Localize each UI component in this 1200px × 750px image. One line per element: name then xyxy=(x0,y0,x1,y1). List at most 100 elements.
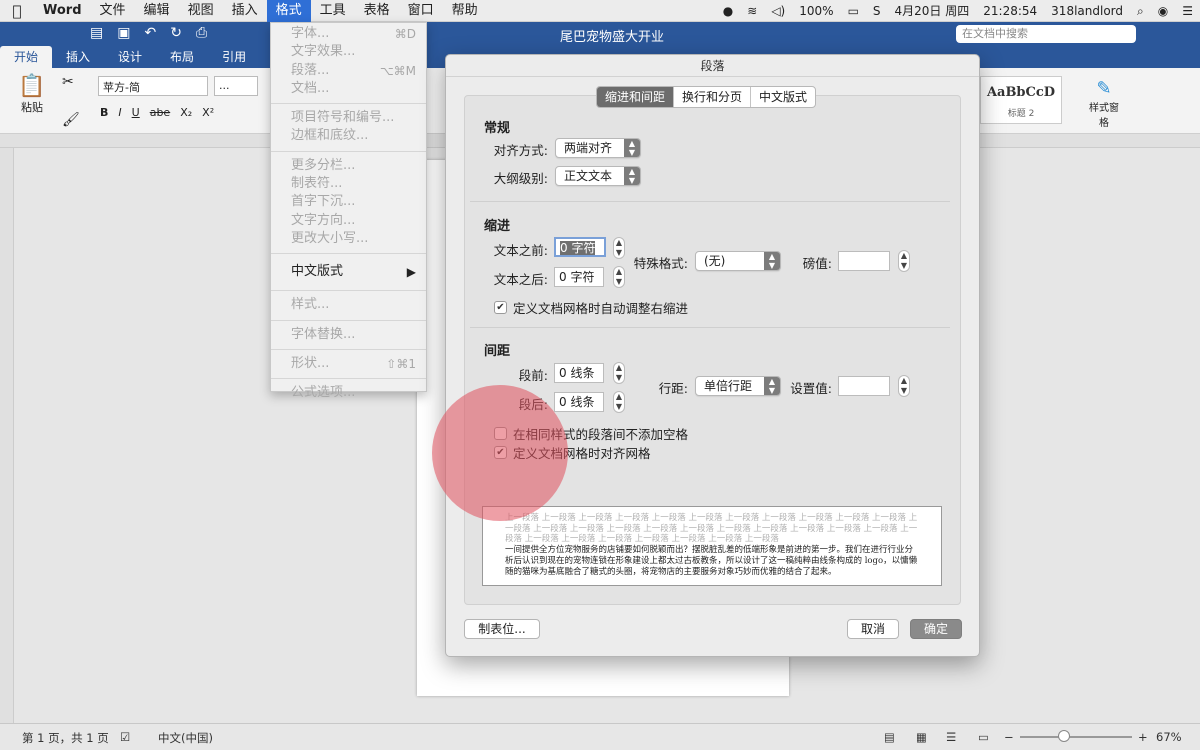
auto-adjust-right-indent-checkbox[interactable]: ✔ 定义文档网格时自动调整右缩进 xyxy=(494,298,688,317)
indent-before-input[interactable]: 0 字符 xyxy=(554,237,606,257)
tab-references[interactable]: 引用 xyxy=(208,46,260,68)
menu-tools[interactable]: 工具 xyxy=(311,0,355,22)
menubar-time[interactable]: 21:28:54 xyxy=(976,0,1044,22)
strikethrough-button[interactable]: abe xyxy=(150,106,171,119)
outline-view-icon[interactable]: ☰ xyxy=(946,730,956,744)
zoom-in-icon[interactable]: + xyxy=(1138,730,1148,744)
volume-icon[interactable]: ◁) xyxy=(764,0,792,22)
italic-button[interactable]: I xyxy=(118,106,121,119)
menu-item-drop-cap[interactable]: 首字下沉... xyxy=(271,193,426,211)
input-method-icon[interactable]: S xyxy=(866,0,888,22)
indent-before-stepper[interactable]: ▲ ▼ xyxy=(613,237,625,259)
menu-item-font[interactable]: 字体... ⌘D xyxy=(271,25,426,43)
print-layout-icon[interactable]: ▤ xyxy=(884,730,895,744)
bold-button[interactable]: B xyxy=(100,106,108,119)
menu-item-document[interactable]: 文档... xyxy=(271,80,426,98)
indent-after-stepper[interactable]: ▲ ▼ xyxy=(613,266,625,288)
tab-design[interactable]: 设计 xyxy=(104,46,156,68)
menu-item-text-direction[interactable]: 文字方向... xyxy=(271,212,426,230)
redo-icon[interactable]: ↻ xyxy=(170,25,182,41)
notification-center-icon[interactable]: ☰ xyxy=(1175,0,1200,22)
paste-button[interactable]: 📋 粘贴 xyxy=(12,74,52,115)
superscript-button[interactable]: X² xyxy=(202,106,214,119)
subscript-button[interactable]: X₂ xyxy=(180,106,192,119)
cut-icon[interactable]: ✂ xyxy=(62,74,74,90)
spacing-at-input[interactable] xyxy=(838,376,890,396)
menu-item-font-substitution[interactable]: 字体替换... xyxy=(271,326,426,344)
tab-home[interactable]: 开始 xyxy=(0,46,53,68)
cancel-button[interactable]: 取消 xyxy=(847,619,899,639)
language-indicator[interactable]: 中文(中国) xyxy=(158,730,213,746)
menubar-user[interactable]: 318landlord xyxy=(1044,0,1130,22)
zoom-out-icon[interactable]: − xyxy=(1004,730,1014,744)
menu-insert[interactable]: 插入 xyxy=(223,0,267,22)
proofing-icon[interactable]: ☑ xyxy=(120,730,130,744)
menu-item-columns[interactable]: 更多分栏... xyxy=(271,157,426,175)
space-before-input[interactable]: 0 线条 xyxy=(554,363,604,383)
space-after-input[interactable]: 0 线条 xyxy=(554,392,604,412)
space-after-stepper[interactable]: ▲ ▼ xyxy=(613,391,625,413)
tab-insert[interactable]: 插入 xyxy=(52,46,104,68)
menu-view[interactable]: 视图 xyxy=(179,0,223,22)
format-painter-icon[interactable]: 🖌 xyxy=(62,112,80,128)
by-input[interactable] xyxy=(838,251,890,271)
by-stepper[interactable]: ▲ ▼ xyxy=(898,250,910,272)
tab-line-page-breaks[interactable]: 换行和分页 xyxy=(674,87,752,107)
web-layout-icon[interactable]: ▦ xyxy=(916,730,927,744)
zoom-slider-knob[interactable] xyxy=(1058,730,1070,742)
menu-item-bullets-numbering[interactable]: 项目符号和编号... xyxy=(271,109,426,127)
focus-view-icon[interactable]: ▭ xyxy=(978,730,989,744)
vertical-ruler[interactable] xyxy=(0,148,14,723)
space-before-stepper[interactable]: ▲ ▼ xyxy=(613,362,625,384)
menu-item-change-case[interactable]: 更改大小写... xyxy=(271,230,426,248)
apple-icon[interactable]:  xyxy=(0,2,34,20)
menu-item-borders-shading[interactable]: 边框和底纹... xyxy=(271,127,426,145)
menu-table[interactable]: 表格 xyxy=(355,0,399,22)
menu-item-tabs[interactable]: 制表符... xyxy=(271,175,426,193)
siri-icon[interactable]: ◉ xyxy=(1151,0,1175,22)
menu-item-shape[interactable]: 形状... ⇧⌘1 xyxy=(271,355,426,373)
zoom-slider[interactable] xyxy=(1020,736,1132,738)
line-spacing-select[interactable]: 单倍行距 ▲ ▼ xyxy=(695,376,781,396)
menu-edit[interactable]: 编辑 xyxy=(135,0,179,22)
menubar-date[interactable]: 4月20日 周四 xyxy=(888,0,977,22)
menu-app-word[interactable]: Word xyxy=(34,0,91,22)
sidebar-toggle-icon[interactable]: ▤ xyxy=(90,25,103,41)
battery-icon[interactable]: ▭ xyxy=(841,0,866,22)
save-icon[interactable]: ▣ xyxy=(117,25,130,41)
menu-item-asian-layout[interactable]: 中文版式 ▶ xyxy=(271,259,426,285)
battery-percent[interactable]: 100% xyxy=(792,0,840,22)
underline-button[interactable]: U xyxy=(132,106,140,119)
undo-icon[interactable]: ↶ xyxy=(144,25,156,41)
no-space-same-style-checkbox[interactable]: 在相同样式的段落间不添加空格 xyxy=(494,424,688,443)
ok-button[interactable]: 确定 xyxy=(910,619,962,639)
special-format-select[interactable]: (无) ▲ ▼ xyxy=(695,251,781,271)
spotlight-icon[interactable]: ⌕ xyxy=(1130,0,1151,22)
menu-item-text-effects[interactable]: 文字效果... xyxy=(271,43,426,61)
document-search-input[interactable]: 在文档中搜索 xyxy=(956,25,1136,43)
menu-item-style[interactable]: 样式... xyxy=(271,296,426,314)
tabs-button[interactable]: 制表位... xyxy=(464,619,540,639)
styles-pane-button[interactable]: ✎ 样式窗格 xyxy=(1086,78,1122,129)
page-count[interactable]: 第 1 页，共 1 页 xyxy=(22,730,109,746)
menu-item-paragraph[interactable]: 段落... ⌥⌘M xyxy=(271,62,426,80)
indent-after-input[interactable]: 0 字符 xyxy=(554,267,604,287)
print-icon[interactable]: ⎙ xyxy=(196,25,207,41)
menu-help[interactable]: 帮助 xyxy=(443,0,487,22)
wechat-icon[interactable]: ● xyxy=(716,0,740,22)
style-heading2[interactable]: AaBbCcD 标题 2 xyxy=(980,76,1062,124)
menu-item-equation-options[interactable]: 公式选项... xyxy=(271,384,426,402)
menu-file[interactable]: 文件 xyxy=(91,0,135,22)
font-name-select[interactable]: 苹方-简 xyxy=(98,76,208,96)
wifi-icon[interactable]: ≋ xyxy=(740,0,764,22)
spacing-at-stepper[interactable]: ▲ ▼ xyxy=(898,375,910,397)
alignment-select[interactable]: 两端对齐 ▲ ▼ xyxy=(555,138,641,158)
tab-layout[interactable]: 布局 xyxy=(156,46,208,68)
outline-level-select[interactable]: 正文文本 ▲ ▼ xyxy=(555,166,641,186)
tab-indents-spacing[interactable]: 缩进和间距 xyxy=(597,87,675,107)
font-size-select[interactable]: ... xyxy=(214,76,258,96)
zoom-level[interactable]: 67% xyxy=(1156,730,1182,744)
snap-to-grid-checkbox[interactable]: ✔ 定义文档网格时对齐网格 xyxy=(494,443,651,462)
menu-format[interactable]: 格式 xyxy=(266,0,311,22)
menu-window[interactable]: 窗口 xyxy=(399,0,443,22)
